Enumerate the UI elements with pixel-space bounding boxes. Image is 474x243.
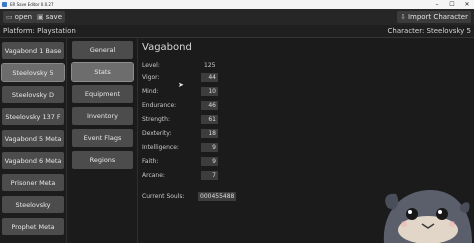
open-label: open — [14, 13, 33, 21]
class-name: Vagabond — [142, 42, 192, 53]
stat-row-dexterity: Dexterity: 18 — [142, 129, 232, 139]
stat-row-arcane: Arcane: 7 — [142, 171, 232, 181]
stat-label: Intelligence: — [142, 144, 179, 151]
tab-regions[interactable]: Regions — [72, 151, 133, 169]
current-character-label: Character: Steelovsky 5 — [387, 27, 471, 35]
save-button[interactable]: ▣ save — [34, 11, 66, 23]
stat-label: Faith: — [142, 158, 159, 165]
vigor-input[interactable]: 44 — [201, 73, 218, 82]
character-item-selected[interactable]: Steelovsky 5 — [1, 63, 65, 82]
import-label: Import Character — [407, 13, 468, 21]
character-item[interactable]: Prophet Meta — [2, 218, 64, 235]
tab-stats[interactable]: Stats — [71, 62, 134, 82]
stat-row-faith: Faith: 9 — [142, 157, 232, 167]
souls-label: Current Souls: — [142, 193, 185, 200]
level-row: Level: 125 — [142, 61, 232, 71]
stat-row-strength: Strength: 61 — [142, 115, 232, 125]
tab-event-flags[interactable]: Event Flags — [72, 129, 133, 147]
window-title: ER Save Editor 0.0.27 — [10, 2, 54, 7]
import-character-button[interactable]: ⇩ Import Character — [397, 11, 471, 23]
arcane-input[interactable]: 7 — [201, 171, 218, 180]
minimize-icon[interactable]: – — [430, 0, 444, 9]
stat-row-mind: Mind: 10 — [142, 87, 232, 97]
character-item[interactable]: Vagabond 5 Meta — [2, 130, 64, 147]
save-label: save — [45, 13, 63, 21]
tab-inventory[interactable]: Inventory — [72, 107, 133, 125]
tab-equipment[interactable]: Equipment — [72, 85, 133, 103]
stat-label: Arcane: — [142, 172, 165, 179]
stat-label: Dexterity: — [142, 130, 172, 137]
level-label: Level: — [142, 62, 160, 69]
character-item[interactable]: Vagabond 1 Base — [2, 42, 64, 59]
import-icon: ⇩ — [400, 13, 406, 21]
character-item[interactable]: Steelovsky — [2, 196, 64, 213]
close-icon[interactable]: ✕ — [460, 0, 474, 9]
strength-input[interactable]: 61 — [201, 115, 218, 124]
souls-input[interactable]: 000455488 — [198, 192, 237, 201]
stat-label: Vigor: — [142, 74, 160, 81]
character-list: Vagabond 1 Base Steelovsky 5 Steelovsky … — [0, 38, 70, 243]
section-nav: General Stats Equipment Inventory Event … — [67, 38, 137, 243]
intelligence-input[interactable]: 9 — [201, 143, 218, 152]
character-item[interactable]: Steelovsky 137 F — [2, 108, 64, 125]
mascot-image — [383, 189, 472, 243]
app-icon — [2, 2, 7, 7]
toolbar: ▭ open ▣ save ⇩ Import Character — [0, 9, 474, 25]
open-button[interactable]: ▭ open — [3, 11, 36, 23]
mouse-cursor-icon: ➤ — [178, 81, 184, 89]
level-value: 125 — [204, 62, 216, 69]
character-item[interactable]: Steelovsky D — [2, 86, 64, 103]
character-item[interactable]: Prisoner Meta — [2, 174, 64, 191]
stat-row-intelligence: Intelligence: 9 — [142, 143, 232, 153]
platform-label: Platform: Playstation — [3, 27, 76, 35]
stat-row-endurance: Endurance: 46 — [142, 101, 232, 111]
dexterity-input[interactable]: 18 — [201, 129, 218, 138]
mind-input[interactable]: 10 — [201, 87, 218, 96]
folder-icon: ▭ — [6, 13, 13, 21]
tab-general[interactable]: General — [72, 41, 133, 59]
stat-label: Mind: — [142, 88, 159, 95]
window-titlebar: ER Save Editor 0.0.27 — [0, 0, 474, 9]
stat-label: Strength: — [142, 116, 170, 123]
maximize-icon[interactable]: ☐ — [445, 0, 459, 9]
character-item[interactable]: Vagabond 6 Meta — [2, 152, 64, 169]
faith-input[interactable]: 9 — [201, 157, 218, 166]
save-icon: ▣ — [37, 13, 44, 21]
stat-label: Endurance: — [142, 102, 177, 109]
stat-row-vigor: Vigor: 44 — [142, 73, 232, 83]
info-bar: Platform: Playstation Character: Steelov… — [0, 25, 474, 37]
endurance-input[interactable]: 46 — [201, 101, 218, 110]
